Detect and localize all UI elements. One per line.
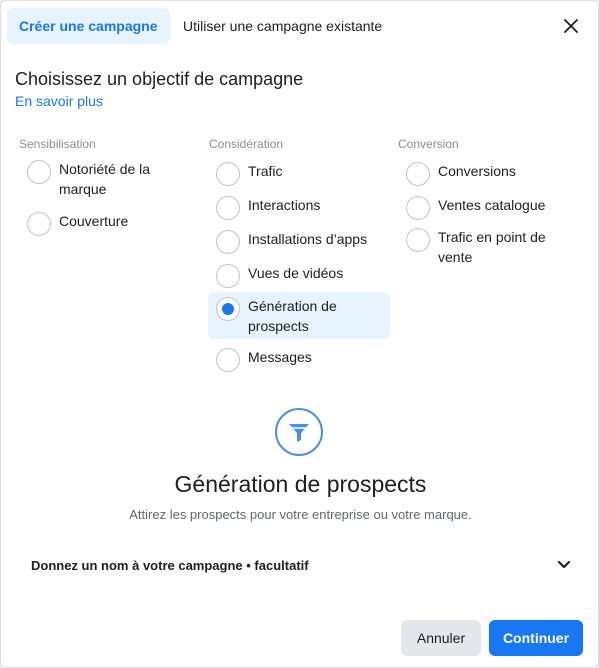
tab-create-campaign[interactable]: Créer une campagne (7, 8, 170, 44)
objective-title: Génération de prospects (174, 471, 427, 497)
option-label: Notoriété de la marque (59, 161, 151, 197)
campaign-name-expander[interactable]: Donnez un nom à votre campagne • faculta… (31, 554, 571, 576)
radio-button[interactable] (216, 162, 240, 186)
column-title-consideration: Considération (209, 137, 284, 151)
cancel-button[interactable]: Annuler (401, 620, 481, 656)
option-reach[interactable]: Couverture (27, 211, 128, 236)
option-traffic[interactable]: Trafic (216, 161, 282, 186)
option-lead-generation[interactable]: Génération de prospects (208, 292, 390, 339)
option-engagement[interactable]: Interactions (216, 195, 320, 220)
option-conversions[interactable]: Conversions (406, 161, 516, 186)
column-consideration: Considération (209, 137, 283, 151)
option-messages[interactable]: Messages (216, 347, 312, 372)
continue-button[interactable]: Continuer (489, 620, 583, 656)
option-label: Vues de vidéos (248, 265, 344, 281)
option-catalog-sales[interactable]: Ventes catalogue (406, 195, 545, 220)
option-label: Ventes catalogue (438, 197, 546, 213)
campaign-name-label: Donnez un nom à votre campagne • faculta… (31, 557, 309, 573)
option-label: Trafic (248, 163, 283, 179)
option-label: Génération de prospects (248, 298, 337, 334)
column-conversion: Conversion (398, 137, 459, 151)
radio-button[interactable] (216, 348, 240, 372)
radio-button[interactable] (216, 196, 240, 220)
chevron-down-icon (557, 560, 571, 569)
radio-button[interactable] (406, 196, 430, 220)
radio-button[interactable] (216, 230, 240, 254)
option-label: Interactions (248, 197, 321, 213)
option-video-views[interactable]: Vues de vidéos (216, 263, 343, 288)
close-button[interactable] (558, 13, 584, 39)
option-app-installs[interactable]: Installations d’apps (216, 229, 367, 254)
radio-button-selected[interactable] (216, 297, 240, 321)
option-label: Couverture (59, 213, 129, 229)
option-label: Installations d’apps (248, 231, 368, 247)
objective-description: Attirez les prospects pour votre entrepr… (129, 507, 472, 522)
radio-button[interactable] (406, 162, 430, 186)
column-awareness: Sensibilisation (19, 137, 96, 151)
campaign-dialog: Créer une campagne Utiliser une campagne… (0, 0, 599, 668)
option-brand-awareness[interactable]: Notoriété de la marque (27, 159, 177, 199)
radio-button[interactable] (406, 228, 430, 252)
radio-button[interactable] (27, 160, 51, 184)
radio-button[interactable] (216, 264, 240, 288)
column-title-conversion: Conversion (398, 137, 459, 151)
option-label: Conversions (438, 163, 516, 179)
funnel-icon (275, 408, 323, 456)
learn-more-link[interactable]: En savoir plus (15, 93, 103, 109)
funnel-glyph-icon (289, 424, 309, 442)
page-title: Choisissez un objectif de campagne (15, 69, 304, 89)
close-icon (564, 19, 578, 33)
tab-use-existing-campaign[interactable]: Utiliser une campagne existante (171, 8, 394, 44)
column-title-awareness: Sensibilisation (19, 137, 96, 151)
option-store-traffic[interactable]: Trafic en point de vente (406, 227, 566, 267)
option-label: Trafic en point de vente (438, 229, 546, 265)
option-label: Messages (248, 349, 312, 365)
radio-button[interactable] (27, 212, 51, 236)
